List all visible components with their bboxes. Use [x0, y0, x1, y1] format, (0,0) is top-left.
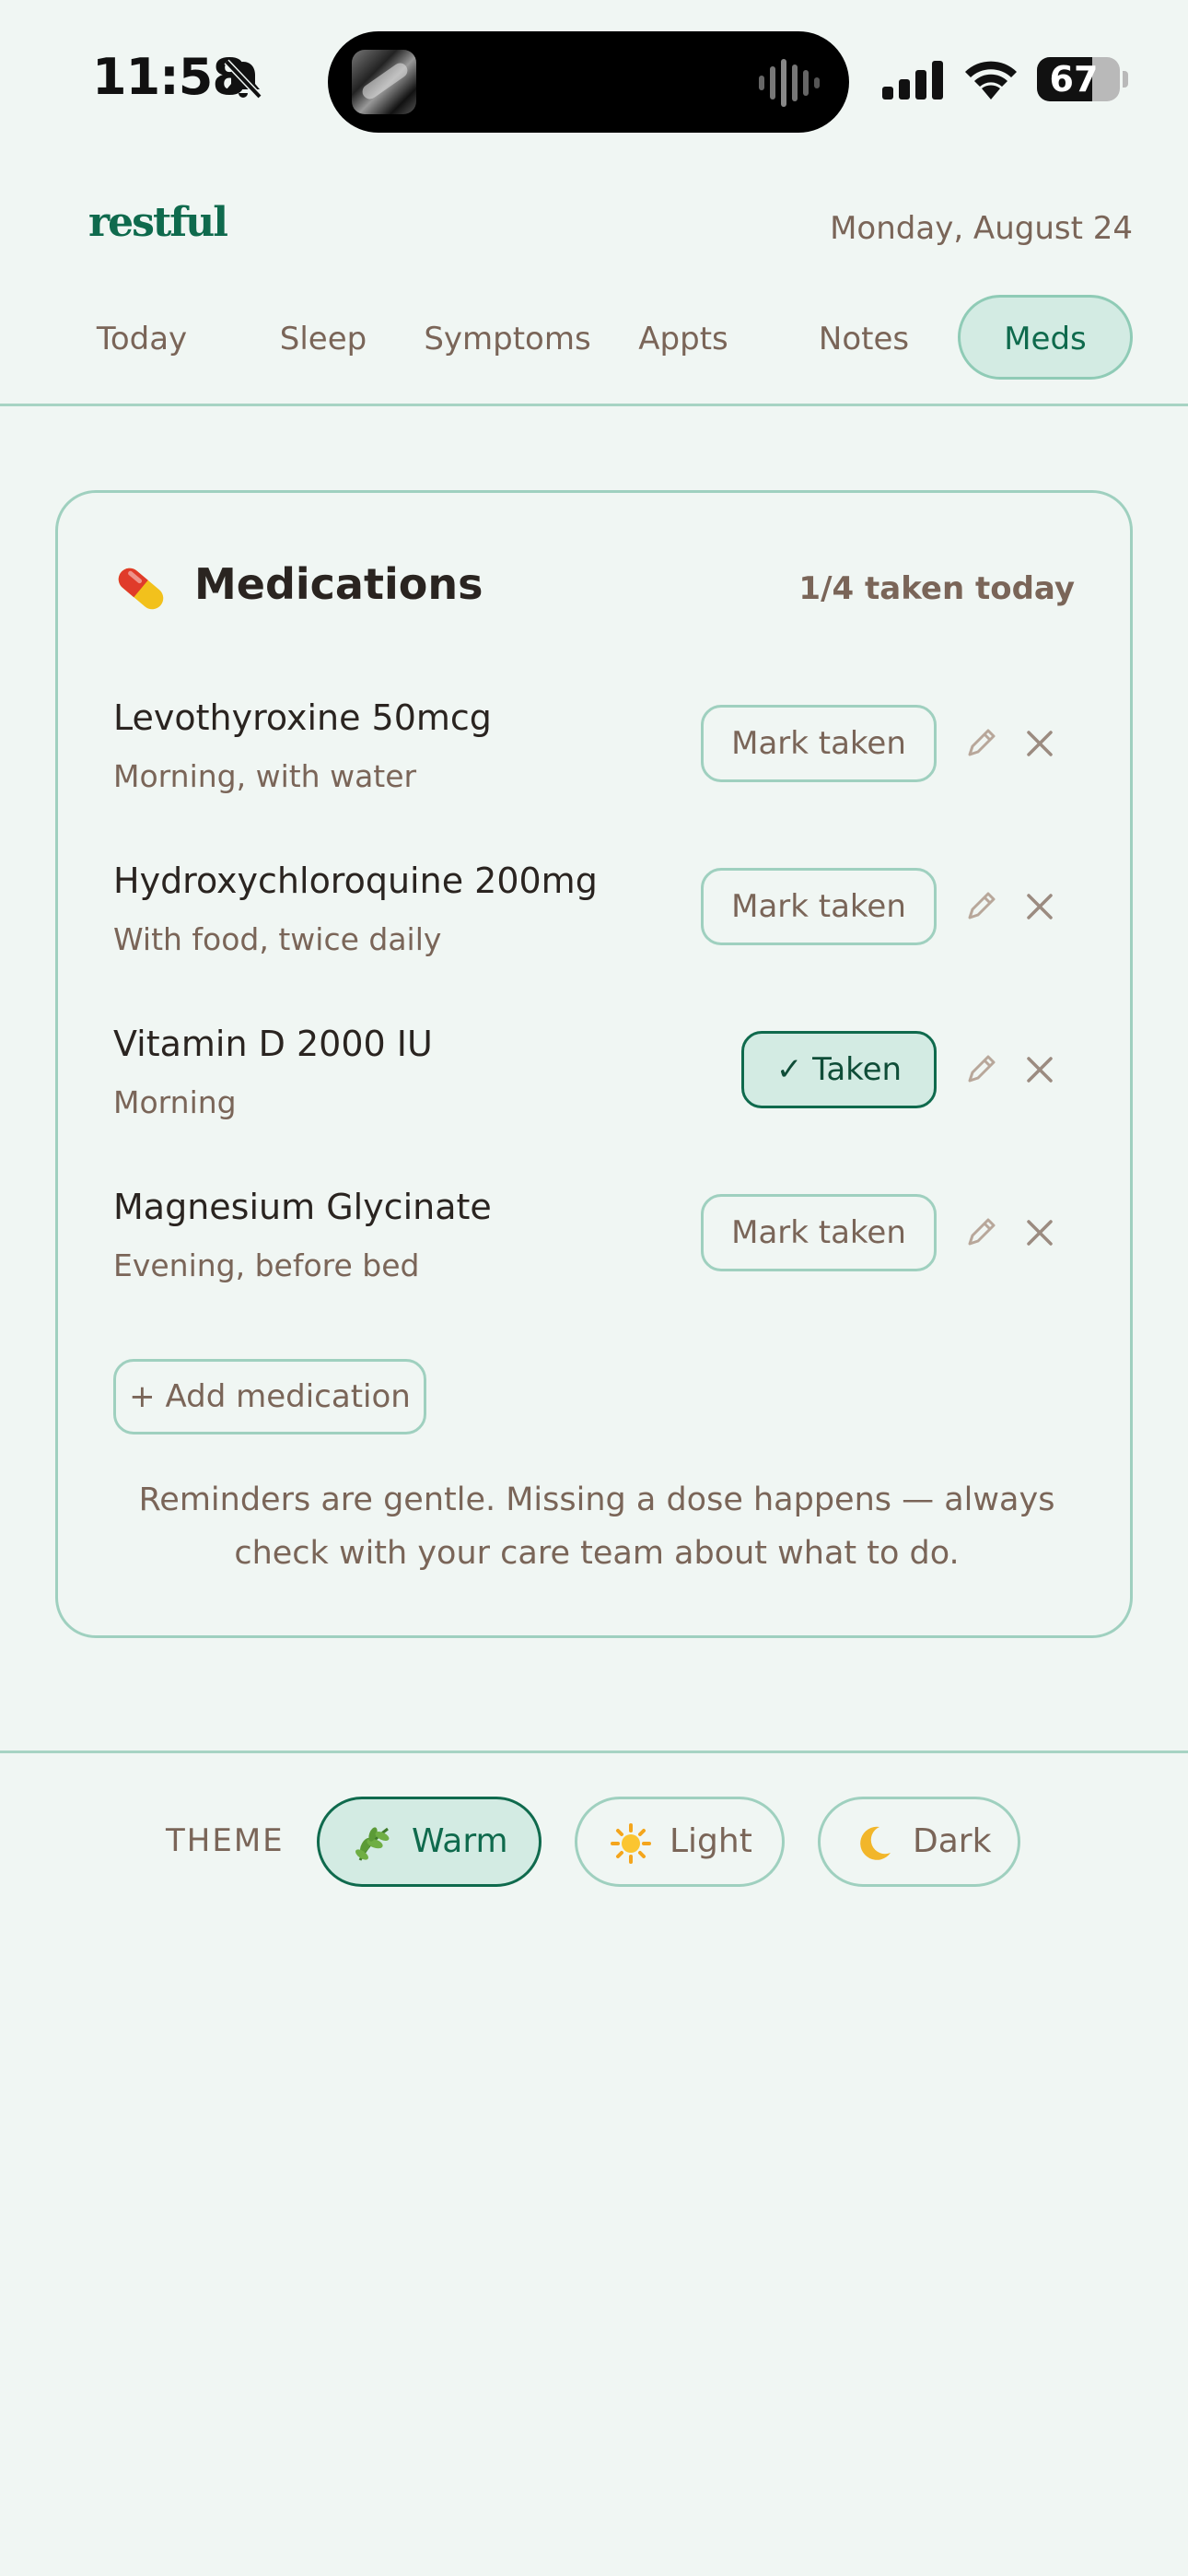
medication-note: Evening, before bed [113, 1247, 420, 1283]
tab-today[interactable]: Today [64, 295, 219, 380]
nav-tabs: Today Sleep Symptoms Appts Notes Meds [0, 295, 1188, 380]
theme-dark-button[interactable]: Dark [818, 1797, 1020, 1887]
pencil-icon[interactable] [964, 1051, 999, 1086]
medication-name: Magnesium Glycinate [113, 1187, 492, 1227]
theme-label: THEME [166, 1822, 285, 1859]
medication-note: Morning, with water [113, 758, 417, 794]
audio-waveform-icon [759, 59, 820, 107]
footer-divider [0, 1751, 1188, 1753]
sun-icon [611, 1823, 651, 1864]
bell-slash-icon [224, 59, 262, 100]
moon-icon [860, 1826, 891, 1860]
medication-name: Vitamin D 2000 IU [113, 1024, 433, 1064]
close-icon[interactable] [1023, 1216, 1056, 1249]
mark-taken-button[interactable]: Mark taken [701, 705, 937, 782]
close-icon[interactable] [1023, 727, 1056, 760]
theme-light-button[interactable]: Light [575, 1797, 785, 1887]
cellular-signal-icon [882, 61, 943, 100]
mark-taken-button[interactable]: Mark taken [701, 1194, 937, 1271]
medication-row: Magnesium Glycinate Evening, before bed … [113, 1187, 1080, 1297]
medications-card: Medications 1/4 taken today Levothyroxin… [55, 490, 1133, 1638]
medication-note: With food, twice daily [113, 921, 442, 957]
medications-title: Medications [194, 559, 483, 609]
medication-note: Morning [113, 1084, 237, 1120]
tab-sleep[interactable]: Sleep [245, 295, 402, 380]
tab-appts[interactable]: Appts [611, 295, 755, 380]
theme-warm-button[interactable]: Warm [317, 1797, 542, 1887]
medication-row: Levothyroxine 50mcg Morning, with water … [113, 697, 1080, 808]
pencil-icon[interactable] [964, 888, 999, 923]
medication-row: Vitamin D 2000 IU Morning ✓ Taken [113, 1024, 1080, 1134]
taken-button[interactable]: ✓ Taken [741, 1031, 937, 1108]
add-medication-button[interactable]: + Add medication [113, 1359, 426, 1434]
nav-divider [0, 404, 1188, 406]
battery-nub [1123, 71, 1128, 88]
wifi-icon [965, 61, 1017, 100]
medication-name: Levothyroxine 50mcg [113, 697, 492, 738]
herb-icon [355, 1827, 390, 1861]
medication-row: Hydroxychloroquine 200mg With food, twic… [113, 861, 1080, 971]
pencil-icon[interactable] [964, 725, 999, 760]
battery-level: 67 [1049, 59, 1099, 100]
tab-notes[interactable]: Notes [783, 295, 945, 380]
tab-meds[interactable]: Meds [958, 295, 1133, 380]
battery-icon: 67 [1037, 57, 1120, 101]
header-date: Monday, August 24 [830, 210, 1133, 247]
taken-today-count: 1/4 taken today [798, 570, 1075, 607]
dynamic-island[interactable] [328, 31, 849, 133]
mark-taken-button[interactable]: Mark taken [701, 868, 937, 945]
theme-option-label: Light [670, 1822, 752, 1860]
theme-option-label: Warm [412, 1822, 508, 1860]
close-icon[interactable] [1023, 1053, 1056, 1086]
app-logo[interactable]: restful [88, 199, 228, 246]
tab-symptoms[interactable]: Symptoms [420, 295, 595, 380]
reminder-footnote: Reminders are gentle. Missing a dose hap… [138, 1481, 1055, 1572]
medication-name: Hydroxychloroquine 200mg [113, 861, 598, 901]
pencil-icon[interactable] [964, 1214, 999, 1249]
status-bar: 11:58 67 [0, 0, 1188, 161]
pill-icon [118, 568, 164, 610]
now-playing-artwork [352, 50, 416, 114]
theme-option-label: Dark [913, 1822, 992, 1860]
close-icon[interactable] [1023, 890, 1056, 923]
